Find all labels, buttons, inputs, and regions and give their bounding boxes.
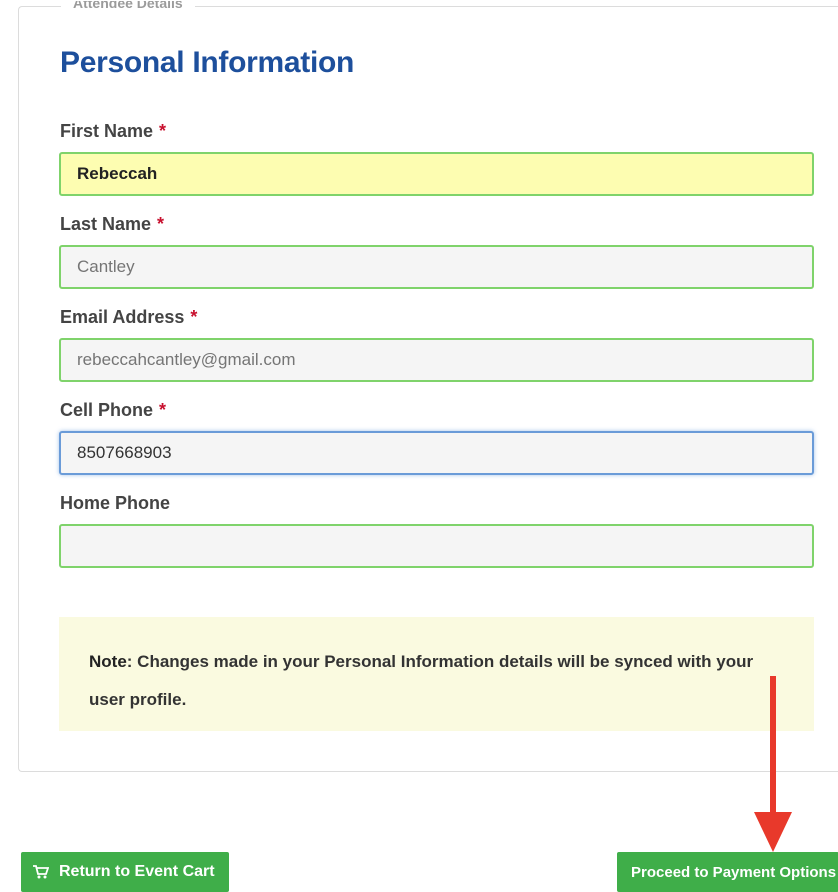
note-heading: Note [89,652,127,671]
first-name-label: First Name * [60,121,167,141]
required-marker: * [157,214,165,234]
red-arrow-annotation [754,676,792,852]
home-phone-label: Home Phone [60,493,171,513]
cell-phone-label: Cell Phone * [60,400,167,420]
home-phone-input[interactable] [59,524,814,568]
cell-phone-input[interactable] [59,431,814,475]
page-title: Personal Information [60,46,355,79]
required-marker: * [159,400,167,420]
note-text: : Changes made in your Personal Informat… [89,652,754,709]
first-name-input[interactable] [59,152,814,196]
fieldset-legend: Attendee Details [61,1,195,15]
shopping-cart-icon [33,865,49,879]
last-name-input[interactable] [59,245,814,289]
proceed-to-payment-options-button[interactable]: Proceed to Payment Options [617,852,838,892]
sync-note: Note: Changes made in your Personal Info… [59,617,814,731]
email-address-input[interactable] [59,338,814,382]
email-address-label: Email Address * [60,307,198,327]
required-marker: * [190,307,198,327]
proceed-button-label: Proceed to Payment Options [631,863,837,881]
last-name-label: Last Name * [60,214,165,234]
return-to-event-cart-button[interactable]: Return to Event Cart [21,852,229,892]
required-marker: * [159,121,167,141]
return-button-label: Return to Event Cart [59,863,215,880]
